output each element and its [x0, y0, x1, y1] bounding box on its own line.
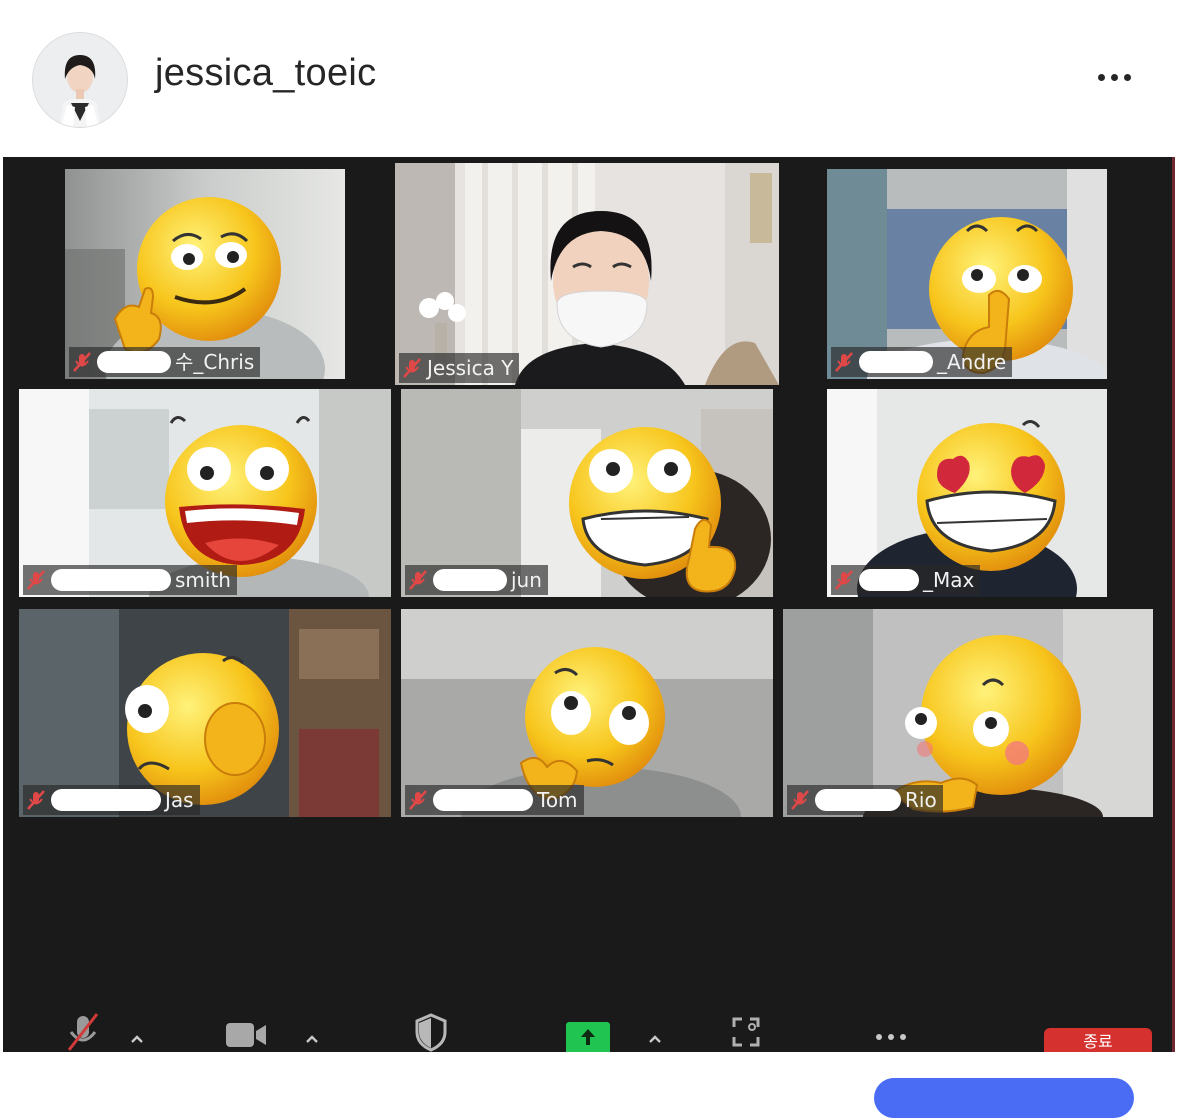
participant-tile[interactable]: Tom	[401, 609, 773, 817]
follow-button[interactable]	[874, 1078, 1134, 1118]
more-horizontal-icon	[876, 1034, 906, 1040]
participant-name-label: Jas	[23, 785, 200, 815]
more-horizontal-icon	[1097, 73, 1105, 81]
microphone-muted-icon	[27, 570, 45, 590]
microphone-muted-icon	[73, 352, 91, 372]
meeting-screenshot: 수_Chris Jessica Y _Andre smith jun _Max …	[3, 157, 1175, 1052]
username[interactable]: jessica_toeic	[155, 52, 376, 95]
participant-tile[interactable]: Rio	[783, 609, 1153, 817]
microphone-muted-icon	[409, 570, 427, 590]
chevron-up-icon[interactable]	[304, 1032, 320, 1046]
participant-tile[interactable]: smith	[19, 389, 391, 597]
microphone-muted-icon	[835, 352, 853, 372]
laughing-emoji-icon	[165, 416, 317, 577]
chevron-up-icon[interactable]	[647, 1032, 663, 1046]
participant-name-label: Jessica Y	[399, 353, 520, 383]
participant-name-label: _Max	[831, 565, 981, 595]
participant-tile[interactable]: _Andre	[827, 169, 1107, 379]
participant-name-label: Tom	[405, 785, 584, 815]
microphone-muted-icon	[67, 1013, 99, 1051]
heart-eyes-emoji-icon	[917, 420, 1065, 571]
shield-icon	[415, 1013, 447, 1052]
participant-tile-active-speaker[interactable]: Jessica Y	[395, 163, 779, 385]
microphone-muted-icon	[835, 570, 853, 590]
record-button[interactable]	[729, 1012, 763, 1052]
grin-thumbs-up-emoji-icon	[569, 427, 737, 593]
smirk-emoji-icon	[113, 197, 281, 354]
chevron-up-icon[interactable]	[129, 1032, 145, 1046]
participant-name-label: jun	[405, 565, 548, 595]
focus-frame-icon	[732, 1017, 760, 1047]
participant-tile[interactable]: _Max	[827, 389, 1107, 597]
post-header: jessica_toeic	[0, 0, 1179, 150]
profile-photo	[33, 33, 127, 127]
participant-name-label: _Andre	[831, 347, 1013, 377]
video-button[interactable]	[221, 1016, 271, 1052]
microphone-muted-icon	[409, 790, 427, 810]
participant-name-label: 수_Chris	[69, 347, 261, 377]
meeting-toolbar: 종료	[3, 982, 1175, 1052]
video-camera-icon	[226, 1023, 266, 1047]
end-meeting-button[interactable]: 종료	[1044, 1028, 1152, 1052]
participant-tile[interactable]: Jas	[19, 609, 391, 817]
microphone-muted-icon	[27, 790, 45, 810]
security-button[interactable]	[411, 1012, 451, 1052]
mute-button[interactable]	[61, 1012, 105, 1052]
more-button[interactable]	[869, 1022, 913, 1052]
share-screen-button[interactable]	[566, 1022, 610, 1052]
video-feed	[395, 163, 779, 385]
participant-tile[interactable]: 수_Chris	[65, 169, 345, 379]
participant-name-label: smith	[23, 565, 237, 595]
microphone-muted-icon	[791, 790, 809, 810]
more-options-button[interactable]	[1084, 60, 1144, 94]
microphone-muted-icon	[403, 358, 421, 378]
participant-name-label: Rio	[787, 785, 943, 815]
participant-tile[interactable]: jun	[401, 389, 773, 597]
share-screen-arrow-icon	[581, 1029, 595, 1045]
avatar[interactable]	[32, 32, 128, 128]
